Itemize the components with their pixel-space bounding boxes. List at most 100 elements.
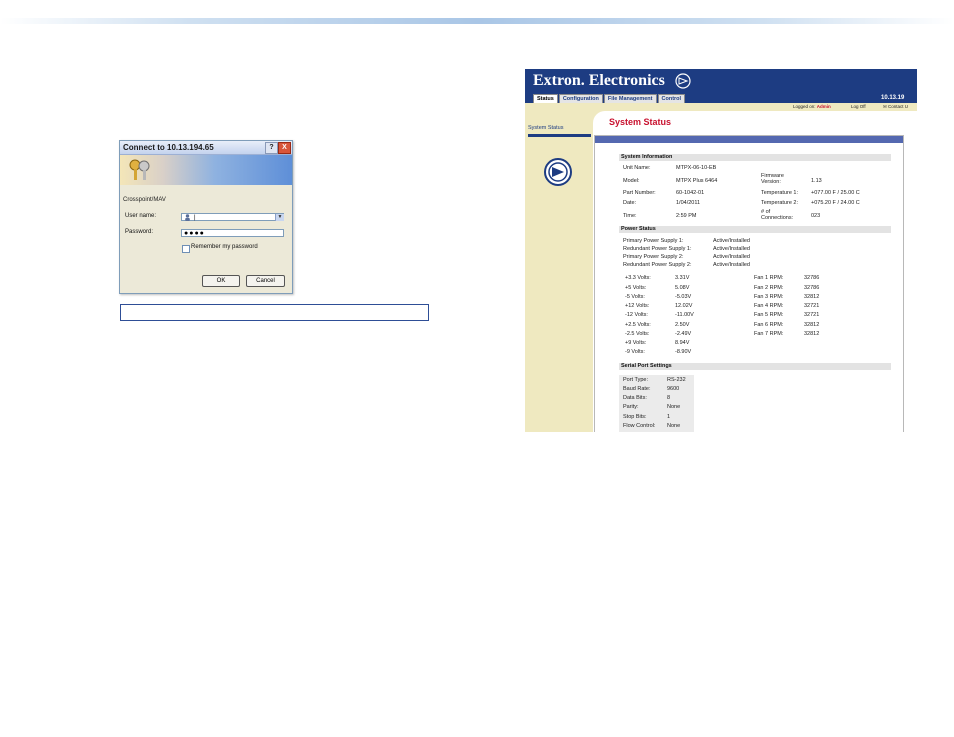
password-label: Password:: [125, 229, 154, 235]
voltage-label: +2.5 Volts:: [625, 322, 651, 328]
power-supply-value: Active/Installed: [713, 238, 750, 244]
brand-logo: Extron. Electronics: [533, 72, 665, 89]
serial-label: Stop Bits:: [623, 414, 647, 420]
remember-password-checkbox[interactable]: [182, 245, 190, 253]
voltage-value: 12.02V: [675, 303, 693, 309]
time-label: Time:: [623, 213, 637, 219]
voltage-value: -11.00V: [675, 312, 694, 318]
fan-value: 32786: [804, 275, 820, 281]
top-gradient-bar: [0, 18, 954, 24]
connections-value: 023: [811, 213, 821, 219]
fan-value: 32812: [804, 322, 820, 328]
contact-link[interactable]: ✉ Contact U: [883, 104, 908, 110]
fan-value: 32786: [804, 285, 820, 291]
power-supply-value: Active/Installed: [713, 262, 750, 268]
temperature-1-value: +077.00 F / 25.00 C: [811, 190, 860, 196]
cancel-button[interactable]: Cancel: [246, 275, 285, 287]
power-status-heading: Power Status: [619, 226, 891, 233]
voltage-value: 2.50V: [675, 322, 690, 328]
voltage-value: 8.94V: [675, 340, 690, 346]
serial-value: 1: [667, 414, 671, 420]
serial-value: None: [667, 404, 681, 410]
tab-control[interactable]: Control: [657, 94, 686, 103]
tab-file-management[interactable]: File Management: [603, 94, 657, 103]
serial-value: 9600: [667, 386, 680, 392]
dialog-title-bar: Connect to 10.13.194.65 ? X: [120, 141, 292, 155]
power-supply-label: Primary Power Supply 2:: [623, 254, 684, 260]
sidebar: System Status: [525, 111, 593, 432]
status-panel: System Information Unit Name: MTPX-06-10…: [594, 135, 904, 432]
fan-label: Fan 1 RPM:: [754, 275, 784, 281]
model-value: MTPX Plus 6464: [676, 178, 718, 184]
voltage-value: -2.49V: [675, 331, 692, 337]
extron-emblem-icon: [544, 158, 572, 186]
voltage-label: -2.5 Volts:: [625, 331, 650, 337]
server-name: Crosspoint/MAV: [123, 197, 166, 203]
header-bar: Extron. Electronics Status Configuration…: [525, 69, 917, 103]
user-name-label: User name:: [125, 213, 157, 219]
firmware-value: 1.13: [811, 178, 822, 184]
chevron-down-icon[interactable]: ▼: [275, 214, 284, 221]
serial-label: Parity:: [623, 404, 639, 410]
serial-port-heading: Serial Port Settings: [619, 363, 891, 370]
user-name-input[interactable]: |: [181, 213, 284, 221]
dialog-banner: [120, 155, 292, 185]
temperature-1-label: Temperature 1:: [761, 190, 798, 196]
voltage-label: +12 Volts:: [625, 303, 650, 309]
tab-configuration[interactable]: Configuration: [558, 94, 603, 103]
main-tabs: Status Configuration File Management Con…: [533, 94, 686, 103]
connections-label: # of Connections:: [761, 209, 794, 221]
fan-label: Fan 3 RPM:: [754, 294, 784, 300]
serial-value: 8: [667, 395, 671, 401]
temperature-2-label: Temperature 2:: [761, 200, 798, 206]
fan-label: Fan 2 RPM:: [754, 285, 784, 291]
help-button[interactable]: ?: [265, 142, 278, 154]
system-information-heading: System Information: [619, 154, 891, 161]
panel-header-bar: [595, 136, 903, 143]
voltage-label: +5 Volts:: [625, 285, 647, 291]
power-supply-label: Primary Power Supply 1:: [623, 238, 684, 244]
voltage-label: -12 Volts:: [625, 312, 648, 318]
page-title: System Status: [609, 117, 672, 127]
unit-name-label: Unit Name:: [623, 165, 651, 171]
part-number-label: Part Number:: [623, 190, 656, 196]
logged-on-user: Admin: [816, 104, 831, 109]
tab-status[interactable]: Status: [533, 94, 558, 103]
system-status-page: Extron. Electronics Status Configuration…: [525, 69, 917, 432]
logged-on-status: Logged on: Admin: [793, 104, 831, 109]
temperature-2-value: +075.20 F / 24.00 C: [811, 200, 860, 206]
date-label: Date:: [623, 200, 637, 206]
ok-button[interactable]: OK: [202, 275, 240, 287]
firmware-label: Firmware Version:: [761, 173, 784, 185]
voltage-label: -5 Volts:: [625, 294, 645, 300]
fan-label: Fan 6 RPM:: [754, 322, 784, 328]
serial-label: Port Type:: [623, 377, 648, 383]
power-supply-label: Redundant Power Supply 1:: [623, 246, 692, 252]
fan-label: Fan 5 RPM:: [754, 312, 784, 318]
voltage-value: 5.08V: [675, 285, 690, 291]
close-button[interactable]: X: [278, 142, 291, 154]
power-supply-value: Active/Installed: [713, 254, 750, 260]
keys-icon: [129, 159, 150, 180]
voltage-value: -8.90V: [675, 349, 692, 355]
serial-label: Data Bits:: [623, 395, 647, 401]
model-label: Model:: [623, 178, 640, 184]
serial-value: RS-232: [667, 377, 686, 383]
part-number-value: 60-1042-01: [676, 190, 705, 196]
voltage-value: 3.31V: [675, 275, 690, 281]
date-value: 1/04/2011: [676, 200, 701, 206]
password-input[interactable]: ●●●●: [181, 229, 284, 237]
fan-value: 32812: [804, 294, 820, 300]
remember-password-label: Remember my password: [191, 244, 258, 250]
sidebar-item-system-status[interactable]: System Status: [528, 125, 591, 137]
fan-label: Fan 4 RPM:: [754, 303, 784, 309]
log-off-link[interactable]: Log Off: [851, 104, 866, 109]
login-dialog: Connect to 10.13.194.65 ? X Crosspoint/M…: [119, 140, 293, 294]
power-supply-value: Active/Installed: [713, 246, 750, 252]
dialog-title: Connect to 10.13.194.65: [123, 143, 214, 152]
serial-label: Flow Control:: [623, 423, 656, 429]
serial-value: None: [667, 423, 681, 429]
voltage-label: +3.3 Volts:: [625, 275, 651, 281]
voltage-label: +9 Volts:: [625, 340, 647, 346]
unit-name-value: MTPX-06-10-EB: [676, 165, 717, 171]
